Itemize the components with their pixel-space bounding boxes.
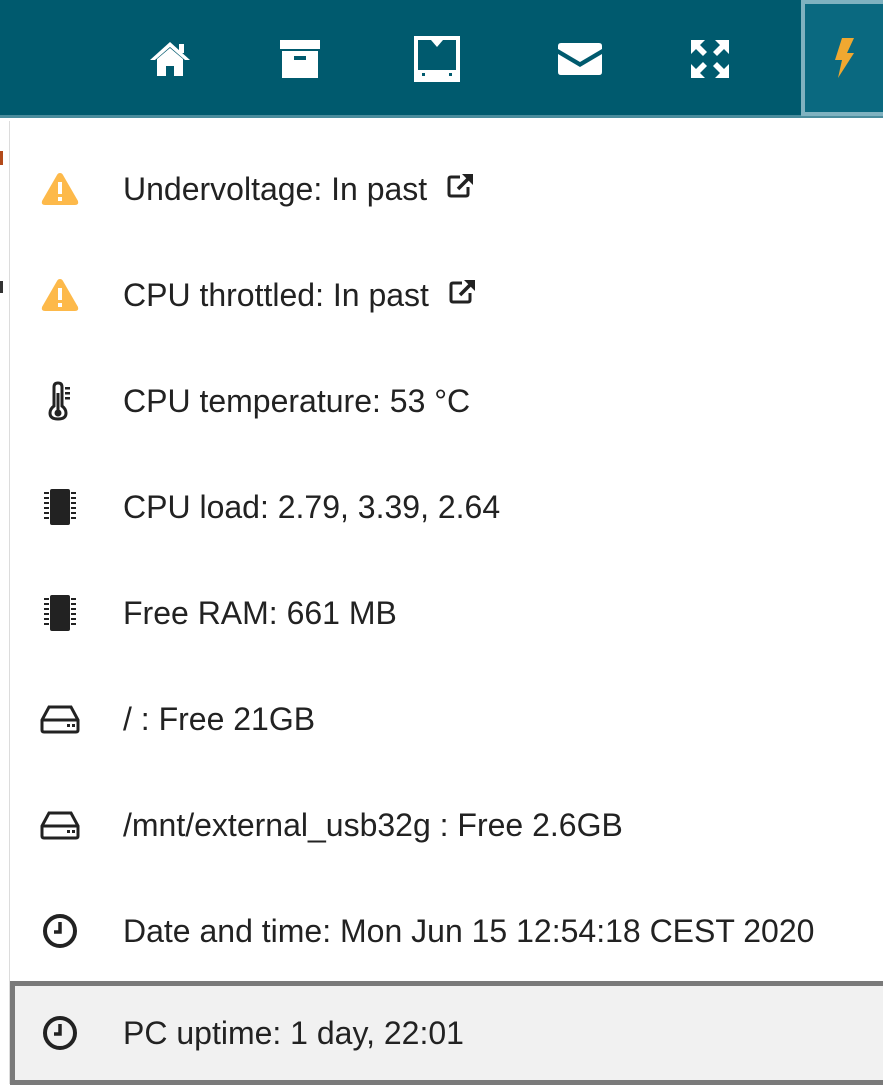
menu-item-disk-external[interactable]: /mnt/external_usb32g : Free 2.6GB bbox=[10, 773, 883, 877]
menu-item-cpu-throttled[interactable]: CPU throttled: In past bbox=[10, 243, 883, 347]
menu-item-cpu-load[interactable]: CPU load: 2.79, 3.39, 2.64 bbox=[10, 455, 883, 559]
menu-item-label: CPU load: 2.79, 3.39, 2.64 bbox=[123, 488, 501, 525]
menu-item-label: Undervoltage: In past bbox=[123, 170, 428, 207]
menu-item-free-ram[interactable]: Free RAM: 661 MB bbox=[10, 561, 883, 665]
tray-button[interactable] bbox=[392, 0, 482, 118]
inbox-tray-icon bbox=[414, 36, 460, 82]
archive-button[interactable] bbox=[255, 0, 345, 118]
background-edge bbox=[0, 121, 9, 1084]
menu-item-label: /mnt/external_usb32g : Free 2.6GB bbox=[123, 806, 623, 843]
home-icon bbox=[150, 42, 190, 76]
menu-item-label: / : Free 21GB bbox=[123, 700, 316, 737]
external-link-icon[interactable] bbox=[447, 169, 475, 206]
archive-icon bbox=[280, 40, 320, 78]
power-status-button[interactable] bbox=[801, 0, 883, 116]
menu-item-uptime[interactable]: PC uptime: 1 day, 22:01 bbox=[10, 981, 883, 1085]
microchip-icon bbox=[32, 479, 88, 535]
menu-item-label: CPU throttled: In past bbox=[123, 276, 429, 313]
thermometer-icon bbox=[32, 373, 88, 429]
hard-drive-icon bbox=[32, 691, 88, 747]
mail-button[interactable] bbox=[535, 0, 625, 118]
warning-icon bbox=[32, 161, 88, 217]
expand-icon bbox=[691, 40, 729, 78]
menu-item-label: PC uptime: 1 day, 22:01 bbox=[123, 1014, 464, 1051]
hard-drive-icon bbox=[32, 797, 88, 853]
fullscreen-button[interactable] bbox=[665, 0, 755, 118]
lightning-bolt-icon bbox=[835, 38, 854, 78]
system-status-menu: Undervoltage: In past CPU throttled: In … bbox=[9, 121, 883, 1085]
microchip-icon bbox=[32, 585, 88, 641]
menu-item-label: Date and time: Mon Jun 15 12:54:18 CEST … bbox=[123, 912, 815, 949]
clock-icon bbox=[32, 1005, 88, 1061]
top-navbar bbox=[0, 0, 883, 118]
menu-item-label: CPU temperature: 53 °C bbox=[123, 382, 471, 419]
menu-item-undervoltage[interactable]: Undervoltage: In past bbox=[10, 137, 883, 241]
external-link-icon[interactable] bbox=[449, 275, 477, 312]
menu-item-date-time[interactable]: Date and time: Mon Jun 15 12:54:18 CEST … bbox=[10, 879, 883, 983]
envelope-icon bbox=[558, 43, 602, 75]
warning-icon bbox=[32, 267, 88, 323]
menu-item-disk-root[interactable]: / : Free 21GB bbox=[10, 667, 883, 771]
clock-icon bbox=[32, 903, 88, 959]
home-button[interactable] bbox=[125, 0, 215, 118]
menu-item-label: Free RAM: 661 MB bbox=[123, 594, 397, 631]
menu-item-cpu-temperature[interactable]: CPU temperature: 53 °C bbox=[10, 349, 883, 453]
